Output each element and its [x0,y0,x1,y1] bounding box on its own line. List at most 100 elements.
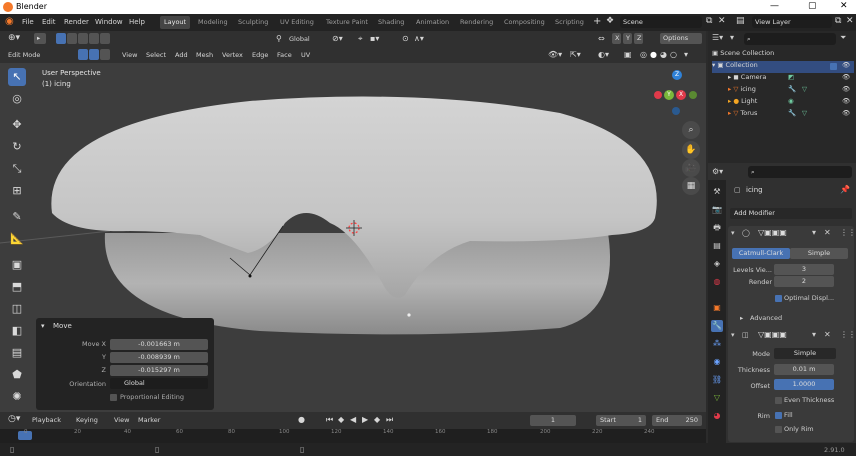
cursor-tool-icon[interactable]: ◎ [8,90,26,108]
modifier-tab-icon[interactable]: 🔧 [711,320,723,332]
fill-checkbox[interactable] [775,412,782,419]
start-frame-field[interactable]: Start 1 [596,415,646,426]
particles-tab-icon[interactable]: ⁂ [711,338,723,350]
advanced-subpanel[interactable]: Advanced [750,314,782,322]
tool-tab-icon[interactable]: ⚒ [711,186,723,198]
menu-select[interactable]: Select [146,51,166,59]
pin-icon[interactable]: 📌 [840,185,850,194]
outliner-collection[interactable]: ▾ ▣ Collection 👁 [712,61,854,73]
menu-vertex[interactable]: Vertex [222,51,243,59]
falloff-icon[interactable]: ∧▾ [414,34,424,43]
pivot-point-icon[interactable]: ⊘▾ [332,34,343,43]
menu-window[interactable]: Window [95,18,123,26]
thickness-field[interactable]: 0.01 m [774,364,834,375]
overlays-icon[interactable]: ◐▾ [598,50,609,59]
play-reverse-icon[interactable]: ◀ [350,415,356,424]
spin-tool-icon[interactable]: ✺ [8,388,26,406]
select-extend-icon[interactable] [67,33,77,44]
playback-menu[interactable]: Playback [32,416,61,424]
measure-tool-icon[interactable]: 📐 [8,230,26,248]
camera-visibility-icon[interactable]: 👁 [842,73,850,81]
gizmo-icon[interactable]: ⇱▾ [570,50,581,59]
outliner-filter-funnel-icon[interactable]: ⏷ [840,33,846,43]
proportional-checkbox[interactable] [110,394,117,401]
maximize-button[interactable]: ▢ [808,1,817,11]
simple-tab[interactable]: Simple [790,248,848,259]
catmull-clark-tab[interactable]: Catmull-Clark [732,248,790,259]
gizmo-neg-x-axis[interactable] [654,91,662,99]
object-tab-icon[interactable]: ▣ [711,302,723,314]
tab-rendering[interactable]: Rendering [456,16,497,29]
menu-help[interactable]: Help [129,18,145,26]
view-layer-tab-icon[interactable]: ▤ [711,240,723,252]
annotate-tool-icon[interactable]: ✎ [8,208,26,226]
modifier-close-icon[interactable]: ✕ [824,228,831,237]
select-mode-icon[interactable]: ▸ [34,33,46,44]
tab-compositing[interactable]: Compositing [500,16,549,29]
physics-tab-icon[interactable]: ◉ [711,356,723,368]
output-tab-icon[interactable]: 🖶 [711,222,723,234]
solidify-drag-icon[interactable]: ⋮⋮ [840,330,856,339]
add-workspace-icon[interactable]: + [593,16,601,27]
wireframe-shading-icon[interactable]: ◎ [640,50,647,59]
outliner-item-icing[interactable]: ▸ ▽ icing 🔧 ▽ 👁 [712,85,854,97]
options-dropdown[interactable]: Options [660,33,702,44]
snap-element-icon[interactable]: ▪▾ [370,34,379,43]
vertex-select-icon[interactable] [78,49,88,60]
outliner-filter-icon[interactable]: ▾ [730,33,734,42]
tab-sculpting[interactable]: Sculpting [234,16,272,29]
outliner-item-torus[interactable]: ▸ ▽ Torus 🔧 ▽ 👁 [712,109,854,121]
gizmo-x-axis[interactable]: X [676,90,686,100]
close-button[interactable]: ✕ [840,1,848,11]
blender-menu-icon[interactable]: ◉ [5,16,14,27]
zoom-icon[interactable]: ⌕ [682,121,700,139]
visibility-icon[interactable]: 👁▾ [548,50,562,59]
snap-icon[interactable]: ⌖ [358,34,363,44]
advanced-expand-icon[interactable]: ▸ [740,314,743,322]
scene-selector[interactable]: Scene [620,16,702,28]
perspective-grid-icon[interactable]: ▦ [682,177,700,195]
only-rim-checkbox[interactable] [775,426,782,433]
modifier-expand-icon[interactable]: ▾ [731,229,735,237]
view-layer-selector[interactable]: View Layer [752,16,832,28]
xray-icon[interactable]: ▣ [624,50,632,59]
outliner-search-input[interactable]: ⌕ [744,33,836,45]
solidify-menu-icon[interactable]: ▾ [812,330,816,339]
tab-shading[interactable]: Shading [374,16,408,29]
current-frame-field[interactable]: 1 [530,415,576,426]
optimal-display-checkbox[interactable] [775,295,782,302]
scene-tab-icon[interactable]: ◈ [711,258,723,270]
camera-view-icon[interactable]: 🎥 [682,159,700,177]
gizmo-neg-y-axis[interactable] [689,91,697,99]
collection-visibility-icon[interactable]: 👁 [842,61,850,69]
editor-type-icon[interactable]: ⊕▾ [8,33,20,43]
outliner-item-camera[interactable]: ▸ ◼ Camera ◩ 👁 [712,73,854,85]
scale-tool-icon[interactable]: ⤡ [8,160,26,178]
timeline-ruler[interactable]: 0 20 40 60 80 100 120 140 160 180 200 22… [0,429,706,443]
render-levels-field[interactable]: 2 [774,276,834,287]
add-cube-tool-icon[interactable]: ▣ [8,256,26,274]
mirror-icon[interactable]: ⇔ [598,34,605,43]
move-x-field[interactable]: -0.001663 m [110,339,208,350]
menu-mesh[interactable]: Mesh [196,51,213,59]
menu-face[interactable]: Face [277,51,292,59]
tab-modeling[interactable]: Modeling [194,16,232,29]
modifier-toggles-icon[interactable]: ▽▣▣▣ [758,228,787,237]
even-thickness-checkbox[interactable] [775,397,782,404]
next-keyframe-icon[interactable]: ◆ [374,415,380,424]
transform-orientation[interactable]: Global [289,35,310,43]
mode-dropdown[interactable]: Simple [774,348,836,359]
view-menu[interactable]: View [114,416,129,424]
tab-texture-paint[interactable]: Texture Paint [322,16,372,29]
transform-orientation-icon[interactable]: ⚲ [276,34,282,43]
poly-build-tool-icon[interactable]: ⬟ [8,366,26,384]
minimize-button[interactable]: — [770,1,779,11]
mirror-x-button[interactable]: X [612,33,621,44]
keying-menu[interactable]: Keying [76,416,98,424]
transform-tool-icon[interactable]: ⊞ [8,182,26,200]
menu-edge[interactable]: Edge [252,51,268,59]
gizmo-y-axis[interactable]: Y [664,90,674,100]
copy-scene-icon[interactable]: ⧉ [706,16,712,26]
loop-cut-tool-icon[interactable]: ▤ [8,344,26,362]
marker-menu[interactable]: Marker [138,416,160,424]
